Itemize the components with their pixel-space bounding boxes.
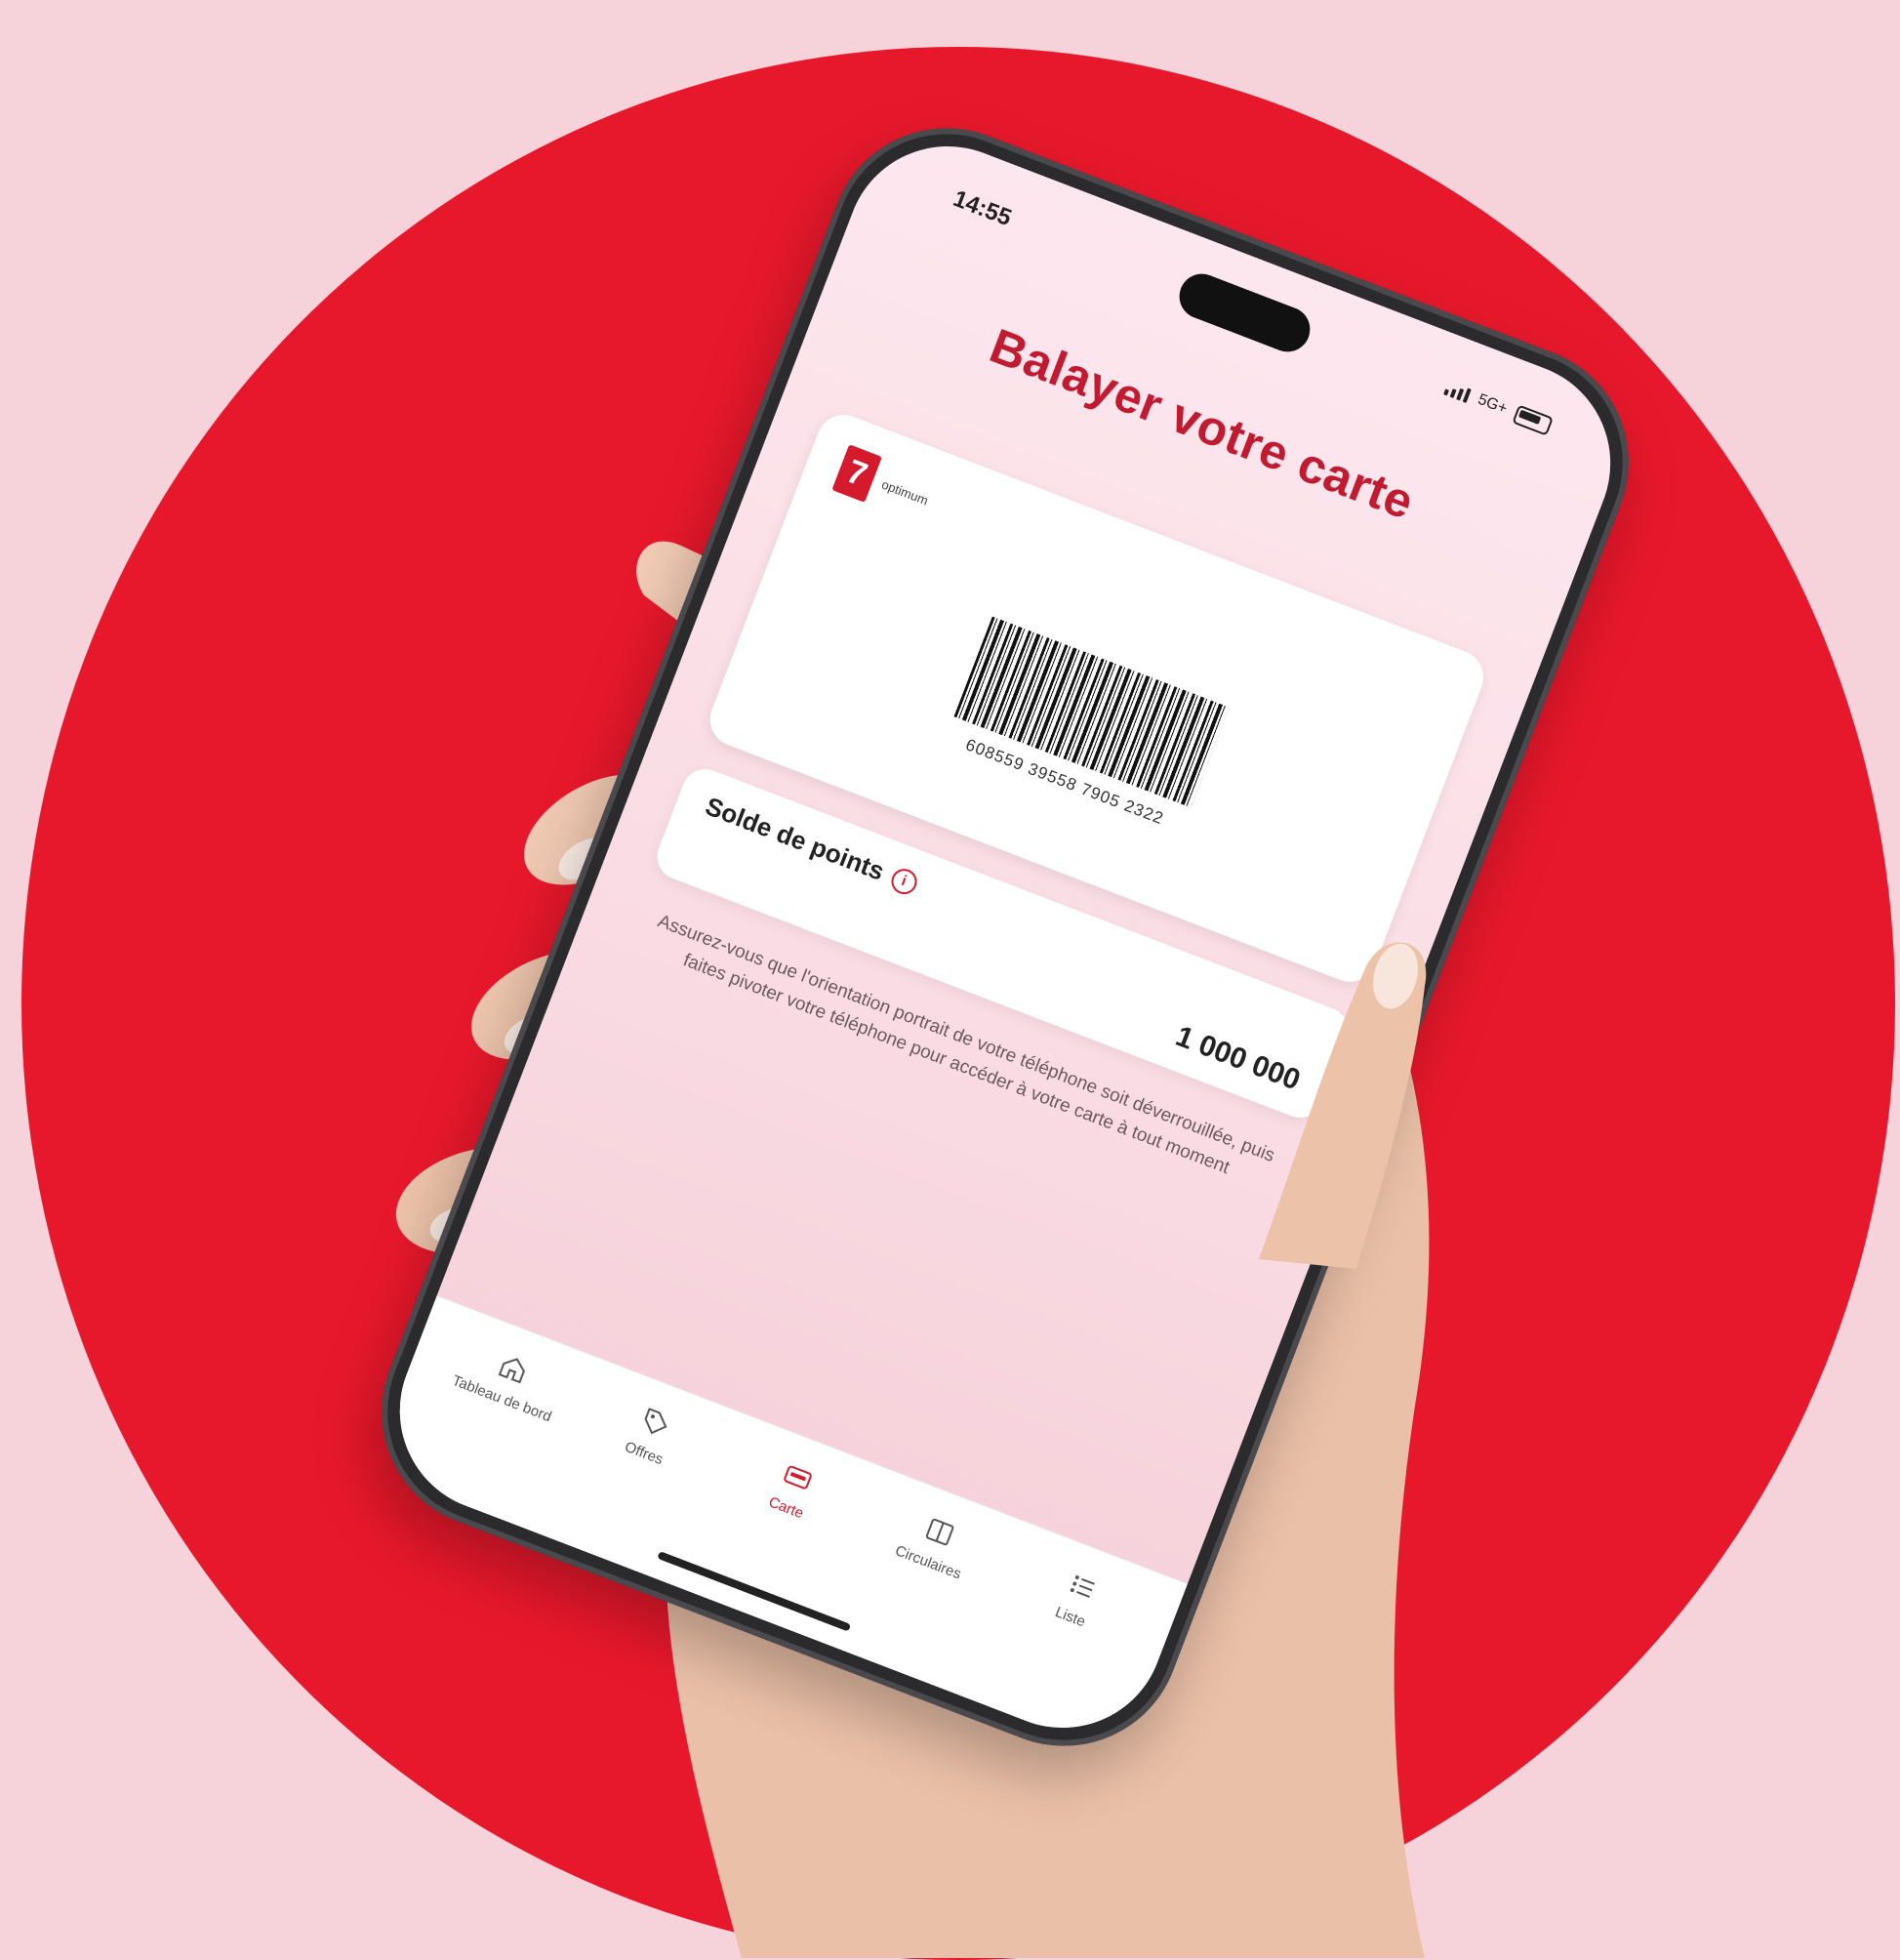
list-icon (1061, 1565, 1104, 1608)
flyer-icon (918, 1511, 961, 1554)
tab-label: Offres (622, 1438, 666, 1469)
tab-offres[interactable]: Offres (586, 1386, 716, 1482)
status-indicators: 5G+ (1443, 378, 1554, 436)
tab-label: Liste (1052, 1604, 1088, 1631)
info-icon[interactable]: i (887, 864, 921, 898)
scene: 14:55 5G+ Balayer votre carte 7 optimum (0, 0, 1900, 1960)
tab-carte[interactable]: Carte (728, 1441, 858, 1536)
tab-circulaires[interactable]: Circulaires (870, 1495, 1000, 1591)
tab-tableau-de-bord[interactable]: Tableau de bord (444, 1331, 574, 1427)
tag-icon (634, 1402, 677, 1445)
tab-label: Circulaires (892, 1542, 964, 1583)
brand-name: optimum (879, 476, 931, 508)
status-time: 14:55 (950, 184, 1016, 232)
barcode (953, 616, 1230, 808)
card-icon (777, 1456, 820, 1499)
pc-logo-icon: 7 (831, 444, 882, 503)
dynamic-island (1172, 266, 1317, 359)
battery-icon (1512, 404, 1554, 436)
signal-icon (1443, 381, 1473, 403)
tab-liste[interactable]: Liste (1013, 1550, 1143, 1646)
points-label-text: Solde de points (701, 791, 889, 886)
brand-logo: 7 optimum (831, 444, 936, 523)
points-label: Solde de points i (702, 791, 921, 899)
home-icon (492, 1347, 535, 1390)
network-label: 5G+ (1476, 390, 1510, 418)
tab-label: Carte (766, 1493, 806, 1523)
points-value: 1 000 000 (1171, 1019, 1305, 1097)
